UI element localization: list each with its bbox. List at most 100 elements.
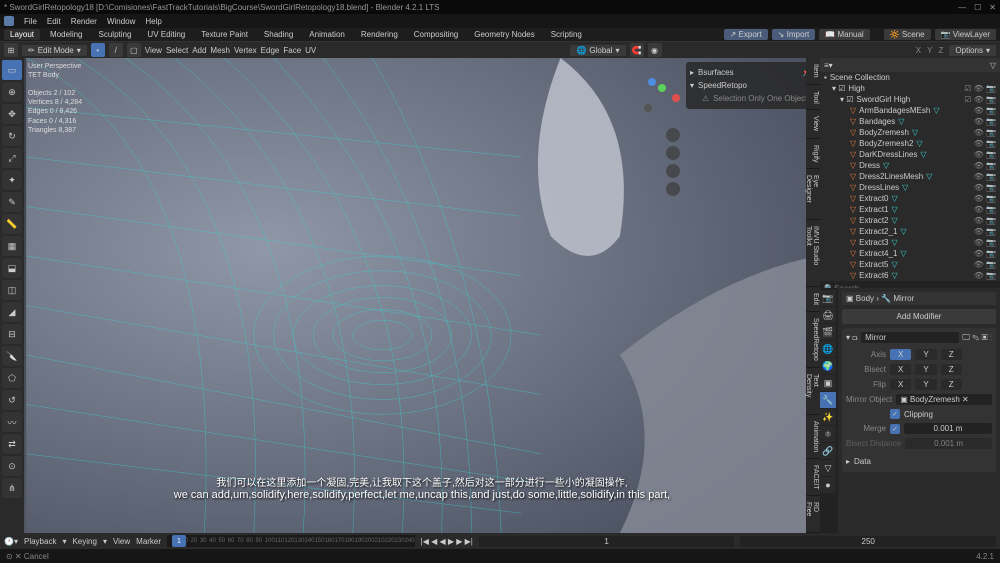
extrude-tool-icon[interactable]: ⬓ [2, 258, 22, 278]
outliner-item[interactable]: ▽ Bandages ▽👁 📷 [820, 116, 1000, 127]
outliner-collection-high[interactable]: ▾ ☑ High☑ 👁 📷 [820, 83, 1000, 94]
bevel-tool-icon[interactable]: ◢ [2, 302, 22, 322]
timeline-playback[interactable]: Playback [24, 537, 56, 546]
tab-sculpting[interactable]: Sculpting [93, 29, 138, 40]
ntab-faceit[interactable]: FACEIT [806, 459, 820, 497]
tab-rendering[interactable]: Rendering [355, 29, 404, 40]
face-select-icon[interactable]: ▢ [127, 43, 141, 57]
ntab-rigify[interactable]: Rigify [806, 139, 820, 170]
orientation-dropdown[interactable]: 🌐 Global ▾ [570, 45, 625, 56]
ntab-tool[interactable]: Tool [806, 85, 820, 111]
menu-mesh[interactable]: Mesh [210, 46, 230, 55]
camera-icon[interactable] [666, 164, 680, 178]
axis-x-button[interactable]: X [890, 349, 911, 360]
outliner-item[interactable]: ▽ Extract3 ▽👁 📷 [820, 237, 1000, 248]
axis-y-button[interactable]: Y [915, 349, 936, 360]
outliner-item[interactable]: ▽ Extract2_1 ▽👁 📷 [820, 226, 1000, 237]
measure-tool-icon[interactable]: 📏 [2, 214, 22, 234]
menu-render[interactable]: Render [71, 17, 97, 26]
prop-tab-particle[interactable]: ✨ [820, 409, 836, 425]
export-button[interactable]: ↗ Export [724, 29, 768, 40]
menu-help[interactable]: Help [145, 17, 161, 26]
outliner-editor-icon[interactable]: ≡▾ [824, 61, 833, 70]
annotate-tool-icon[interactable]: ✎ [2, 192, 22, 212]
data-section-toggle[interactable]: ▸ Data [846, 455, 992, 468]
maximize-button[interactable]: ☐ [974, 3, 981, 12]
menu-face[interactable]: Face [283, 46, 301, 55]
tab-animation[interactable]: Animation [303, 29, 351, 40]
gizmo-neg-axis[interactable] [644, 104, 652, 112]
flip-z-button[interactable]: Z [941, 379, 962, 390]
bisect-z-button[interactable]: Z [941, 364, 962, 375]
ntab-speedretopo[interactable]: SpeedRetopo [806, 312, 820, 368]
tab-layout[interactable]: Layout [4, 29, 40, 40]
prop-tab-object[interactable]: ▣ [820, 375, 836, 391]
tab-texture-paint[interactable]: Texture Paint [195, 29, 254, 40]
merge-checkbox[interactable]: ✓ [890, 424, 900, 434]
add-modifier-button[interactable]: Add Modifier [842, 309, 996, 324]
minimize-button[interactable]: — [958, 3, 966, 12]
npanel-speedretopo[interactable]: ▾ SpeedRetopo [690, 79, 812, 92]
import-button[interactable]: ↘ Import [772, 29, 816, 40]
outliner-item[interactable]: ▽ Extract6 ▽👁 📷 [820, 270, 1000, 281]
outliner-scene-collection[interactable]: ▪ Scene Collection [820, 72, 1000, 83]
outliner-item[interactable]: ▽ ArmBandagesMEsh ▽👁 📷 [820, 105, 1000, 116]
menu-window[interactable]: Window [107, 17, 135, 26]
options-dropdown[interactable]: Options ▾ [949, 45, 996, 56]
playback-controls[interactable]: |◀ ◀ ◀ ▶ ▶ ▶| [421, 537, 473, 546]
modifier-display-icons[interactable]: 🖵 ✎ ▣ ⋮ [962, 333, 992, 343]
prop-tab-material[interactable]: ● [820, 477, 836, 493]
menu-uv[interactable]: UV [305, 46, 316, 55]
outliner-item[interactable]: ▽ Extract4_1 ▽👁 📷 [820, 248, 1000, 259]
select-box-tool-icon[interactable]: ▭ [2, 60, 22, 80]
tab-geometry-nodes[interactable]: Geometry Nodes [468, 29, 540, 40]
prop-tab-render[interactable]: 📷 [820, 290, 836, 306]
menu-file[interactable]: File [24, 17, 37, 26]
smooth-tool-icon[interactable]: 〰 [2, 412, 22, 432]
outliner-item[interactable]: ▽ BodyZremesh2 ▽👁 📷 [820, 138, 1000, 149]
perspective-icon[interactable] [666, 182, 680, 196]
ntab-textdensity[interactable]: Text Density [806, 368, 820, 415]
manual-button[interactable]: 📖 Manual [819, 29, 869, 40]
ntab-item[interactable]: Item [806, 58, 820, 85]
timeline-marker[interactable]: Marker [136, 537, 161, 546]
add-cube-tool-icon[interactable]: ▦ [2, 236, 22, 256]
outliner-item[interactable]: ▽ Extract5 ▽👁 📷 [820, 259, 1000, 270]
timeline-ruler[interactable]: 1 01020304050607080901001101201301401501… [167, 535, 415, 547]
tab-compositing[interactable]: Compositing [408, 29, 464, 40]
prop-tab-data[interactable]: ▽ [820, 460, 836, 476]
prop-tab-world[interactable]: 🌍 [820, 358, 836, 374]
rotate-tool-icon[interactable]: ↻ [2, 126, 22, 146]
outliner-item[interactable]: ▽ DarKDressLines ▽👁 📷 [820, 149, 1000, 160]
menu-view[interactable]: View [145, 46, 162, 55]
merge-value-field[interactable]: 0.001 m [904, 423, 992, 434]
modifier-name-field[interactable]: Mirror [861, 332, 959, 343]
ntab-eye[interactable]: Eye Designer [806, 169, 820, 219]
bisect-y-button[interactable]: Y [915, 364, 936, 375]
flip-x-button[interactable]: X [890, 379, 911, 390]
viewport-3d[interactable]: User Perspective TET Body Objects 2 / 10… [24, 58, 820, 533]
ntab-animation[interactable]: Animation [806, 415, 820, 459]
outliner-collection-sword[interactable]: ▾ ☑ SwordGirl High☑ 👁 📷 [820, 94, 1000, 105]
ntab-edit[interactable]: Edit [806, 287, 820, 312]
npanel-bsurfaces[interactable]: ▸ Bsurfaces 📌 [690, 66, 812, 79]
bisect-x-button[interactable]: X [890, 364, 911, 375]
prop-tab-modifier[interactable]: 🔧 [820, 392, 836, 408]
filter-icon[interactable]: ▽ [990, 61, 996, 70]
zoom-icon[interactable] [666, 128, 680, 142]
edge-slide-tool-icon[interactable]: ⇄ [2, 434, 22, 454]
ntab-view[interactable]: View [806, 110, 820, 138]
blender-logo-icon[interactable] [4, 16, 14, 26]
outliner-item[interactable]: ▽ Extract1 ▽👁 📷 [820, 204, 1000, 215]
tab-scripting[interactable]: Scripting [545, 29, 588, 40]
gizmo-x-axis[interactable] [672, 94, 680, 102]
snap-icon[interactable]: 🧲 [630, 43, 644, 57]
timeline-keying[interactable]: Keying [72, 537, 96, 546]
vertex-select-icon[interactable]: • [91, 43, 105, 57]
transform-tool-icon[interactable]: ✦ [2, 170, 22, 190]
scale-tool-icon[interactable]: ⤢ [2, 148, 22, 168]
viewlayer-selector[interactable]: 📷 ViewLayer [935, 29, 996, 40]
prop-tab-constraint[interactable]: 🔗 [820, 443, 836, 459]
editor-type-icon[interactable]: ⊞ [4, 43, 18, 57]
outliner-item[interactable]: ▽ Extract0 ▽👁 📷 [820, 193, 1000, 204]
